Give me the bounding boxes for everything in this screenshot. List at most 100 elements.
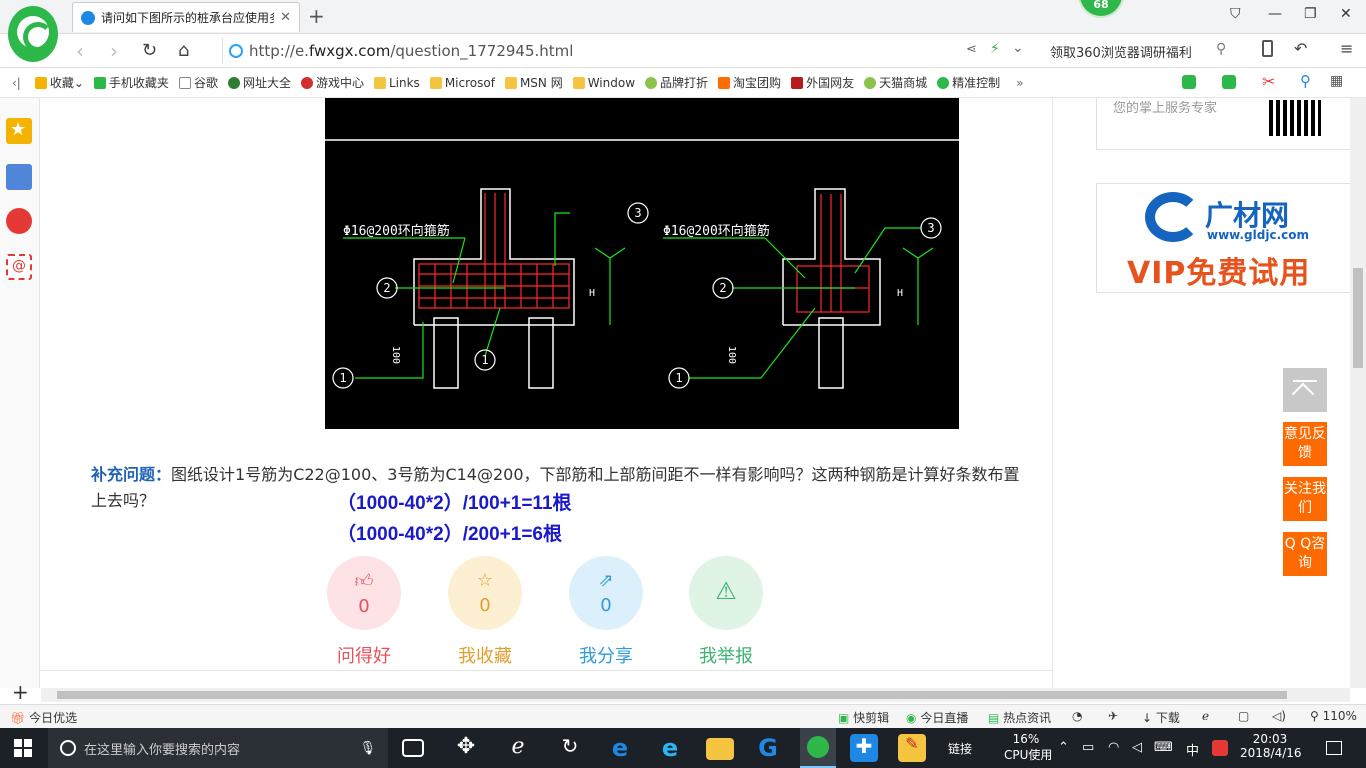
vertical-scrollbar[interactable] [1350,98,1366,688]
refresh-icon[interactable]: ↻ [142,40,157,61]
browser-logo-icon[interactable] [8,6,58,62]
favorite-button[interactable]: ☆ 0 我收藏 [448,556,522,668]
phone-icon[interactable] [1262,40,1273,57]
battery-icon[interactable]: ▭ [1082,740,1094,755]
back-icon[interactable]: ‹ [76,39,84,63]
active-360-browser-icon[interactable] [800,728,836,768]
search-icon[interactable]: ⚲ [1216,41,1226,57]
ie-icon[interactable]: e [656,734,684,762]
bookmark-item[interactable]: 游戏中心 [300,74,364,91]
bookmark-item[interactable]: 天猫商城 [864,74,927,91]
grid-icon[interactable]: ▦ [1330,73,1343,89]
cpu-usage[interactable]: 16% CPU使用 [1004,732,1052,763]
sogou-icon[interactable] [1212,740,1228,756]
lightning-icon[interactable]: ⚡ [990,41,1000,57]
follow-us-button[interactable]: 关注我们 [1283,477,1327,521]
app-promo-ad[interactable]: 您的掌上服务专家 [1096,98,1352,150]
live-link[interactable]: ◉ 今日直播 [906,709,968,726]
shirt-skin-icon[interactable]: ⛉ [1230,6,1241,22]
promo-link[interactable]: 领取360浏览器调研福利 [1050,42,1192,61]
translate-icon[interactable] [1222,75,1236,89]
tray-expand-icon[interactable]: ⌃ [1058,740,1069,755]
bookmark-item[interactable]: 品牌打折 [645,74,708,91]
more-bookmarks-icon[interactable]: » [1016,76,1023,90]
speed-icon[interactable]: ◔ [1072,709,1082,723]
forward-icon[interactable]: › [110,39,118,63]
stirrup-note-left: Φ16@200环向箍筋 [343,223,450,239]
scissors-icon[interactable]: ✂ [1262,72,1275,91]
bookmark-item[interactable]: 精准控制 [937,74,1000,91]
fan-app-icon[interactable]: ✥ [452,734,480,762]
taskbar-search-input[interactable]: 在这里输入你要搜索的内容 🎙︎ [48,728,388,768]
share-icon[interactable]: ⋖ [966,42,977,57]
folder-icon [504,76,517,89]
plus-app-icon[interactable]: ✚ [850,734,878,762]
browser-e-icon[interactable]: ℯ [504,734,532,762]
speaker-icon[interactable]: ◁ [1132,740,1142,755]
bookmark-item[interactable]: Window [572,76,635,90]
share-button[interactable]: ⇗ 0 我分享 [569,556,643,668]
restore-icon[interactable]: ❐ [1304,6,1317,22]
quick-edit-link[interactable]: ▣ 快剪辑 [838,709,889,726]
bookmark-item[interactable]: Links [373,76,420,90]
magnifier-icon[interactable]: ⚲ [1300,72,1311,90]
bookmark-item[interactable]: Microsof [429,76,495,90]
today-picks[interactable]: 🎁︎ 今日优选 [10,709,77,726]
share-count: 0 [600,595,612,616]
vertical-scroll-thumb[interactable] [1353,268,1363,368]
favorites-star-icon[interactable]: ★ [6,118,32,144]
home-icon[interactable]: ⌂ [178,40,189,61]
keyboard-icon[interactable]: ⌨ [1154,740,1173,755]
bookmark-item[interactable]: 淘宝团购 [718,74,781,91]
chevron-down-icon[interactable]: ⌄ [1012,40,1024,56]
menu-icon[interactable]: ≡ [1340,39,1353,58]
ime-indicator[interactable]: 中 [1186,740,1199,759]
browser-tab[interactable]: 请问如下图所示的桩承台应使用多 ✕ [72,2,300,32]
bookmark-item[interactable]: 手机收藏夹 [93,74,169,91]
pin-icon[interactable]: ✈ [1108,709,1118,723]
volume-icon[interactable]: ◁) [1272,709,1286,723]
bookmark-item[interactable]: 收藏 ⌄ [34,74,84,91]
add-sidebar-button[interactable]: + [12,680,29,704]
qq-consult-button[interactable]: Q Q咨询 [1283,532,1327,576]
zoom-level[interactable]: ⚲ 110% [1310,709,1357,723]
bookmarks-collapse-icon[interactable]: ‹| [12,76,21,90]
notification-badge[interactable]: 68 [1078,0,1124,18]
wifi-icon[interactable]: ◠ [1108,740,1119,755]
bookmark-item[interactable]: MSN 网 [504,74,563,91]
close-window-icon[interactable]: ✕ [1340,6,1352,22]
bookmark-item[interactable]: 外国网友 [791,74,854,91]
report-button[interactable]: ⚠ 我举报 [689,556,763,668]
horizontal-scroll-thumb[interactable] [57,691,1287,699]
file-explorer-icon[interactable] [706,738,734,760]
g-app-icon[interactable]: G [754,734,782,762]
ie-mode-icon[interactable]: ℯ [1202,709,1209,723]
clock[interactable]: 20:03 2018/4/16 [1240,732,1302,760]
feedback-button[interactable]: 意见反馈 [1283,422,1327,466]
close-tab-icon[interactable]: ✕ [280,10,291,25]
horizontal-scrollbar[interactable] [41,688,1350,702]
list-icon[interactable] [6,164,32,190]
hot-news-link[interactable]: ▤ 热点资讯 [988,709,1051,726]
minimize-icon[interactable]: — [1268,6,1282,22]
links-toolbar[interactable]: 链接 [948,740,972,757]
refresh-app-icon[interactable]: ↻ [556,734,584,762]
new-tab-button[interactable]: + [308,4,325,28]
url-input[interactable]: http://e. fwxgx.com/question_1772945.html [222,38,1040,64]
bookmark-item[interactable]: 谷歌 [178,74,218,91]
notifications-icon[interactable] [1326,741,1342,755]
gldjc-vip-ad[interactable]: 广材网 www.gldjc.com VIP免费试用 [1096,183,1352,293]
undo-icon[interactable]: ↶ [1294,39,1307,58]
shield-icon[interactable] [1182,75,1196,89]
task-view-icon[interactable] [402,739,424,757]
good-question-button[interactable]: 👍︎ 0 问得好 [327,556,401,668]
back-to-top-button[interactable] [1283,368,1327,412]
mail-icon[interactable]: @ [6,254,32,280]
notes-app-icon[interactable]: ✎ [898,734,926,762]
windows-start-icon[interactable] [14,739,32,757]
weibo-icon[interactable] [6,208,32,234]
bookmark-item[interactable]: 网址大全 [227,74,291,91]
edge-icon[interactable]: e [606,734,634,762]
window-icon[interactable]: ▢ [1238,709,1249,723]
download-link[interactable]: ↓ 下载 [1142,709,1180,726]
